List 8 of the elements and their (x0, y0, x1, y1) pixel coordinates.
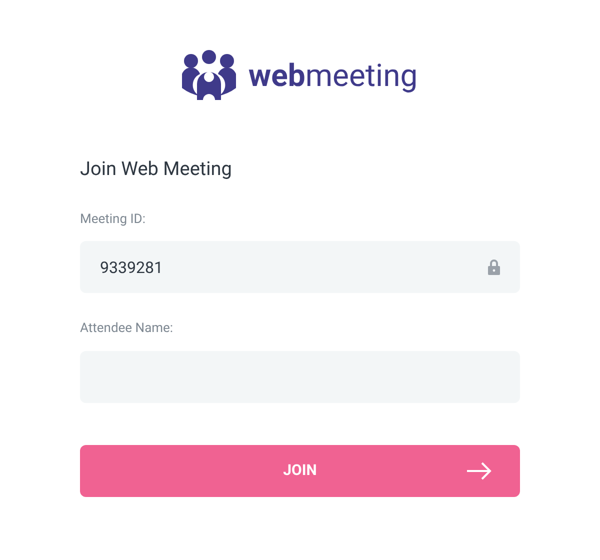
people-logo-icon (182, 50, 236, 100)
input-field[interactable]: 9339281 (80, 241, 520, 293)
page-heading: Join Web Meeting (80, 156, 232, 182)
logo-wordmark: webmeeting (248, 60, 418, 90)
arrow-right-icon (466, 462, 492, 480)
field-label: Meeting ID: (80, 210, 146, 228)
lock-icon (488, 259, 500, 275)
field-label: Attendee Name: (80, 320, 174, 338)
